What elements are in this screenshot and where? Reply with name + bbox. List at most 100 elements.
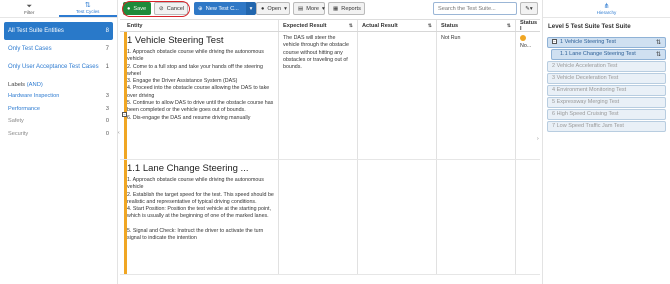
reports-icon: ▦ <box>333 5 339 12</box>
suite-item-label: Only Test Cases <box>8 46 52 52</box>
row-collapse-handle[interactable]: − <box>122 112 127 117</box>
test-grid: Entity Expected Result ⇅ Actual Result ⇅… <box>120 19 540 284</box>
status-bar <box>124 160 127 274</box>
row-title: 1.1 Lane Change Steering ... <box>127 163 249 174</box>
step-item: 4. Start Position: Position the test veh… <box>127 206 271 220</box>
suite-item-test-cases[interactable]: Only Test Cases 7 <box>4 40 113 58</box>
tree-node[interactable]: 7 Low Speed Traffic Jam Test <box>547 121 666 132</box>
suite-item-all[interactable]: All Test Suite Entities 8 <box>4 22 113 40</box>
expected-result-cell[interactable] <box>279 160 358 274</box>
labels-heading-text: Labels <box>8 82 26 88</box>
column-expected-result[interactable]: Expected Result ⇅ <box>279 20 358 31</box>
step-item: 5. Continue to allow DAS to drive until … <box>127 100 274 114</box>
tree-node-label: 6 High Speed Cruising Test <box>552 111 619 118</box>
column-actual-result[interactable]: Actual Result ⇅ <box>358 20 437 31</box>
reports-button-label: Reports <box>341 5 361 12</box>
step-item: 1. Approach obstacle course while drivin… <box>127 49 264 63</box>
row-title: 1 Vehicle Steering Test <box>127 35 224 46</box>
open-button[interactable]: ● Open ▾ <box>256 2 290 15</box>
step-item: 5. Signal and Check: Instruct the driver… <box>127 227 264 242</box>
label-safety[interactable]: Safety 0 <box>0 115 117 128</box>
highlight-annotation-ring <box>122 1 190 17</box>
tab-hierarchy-label: Hierarchy <box>596 9 617 15</box>
search-input[interactable] <box>433 2 517 15</box>
more-button-label: More <box>306 5 320 12</box>
sort-icon[interactable]: ⇅ <box>428 23 432 29</box>
left-panel: ⏷ Filter ⇅ Test Cycles All Test Suite En… <box>0 0 118 284</box>
filter-icon: ⏷ <box>26 2 33 10</box>
label-security[interactable]: Security 0 <box>0 128 117 141</box>
menu-icon: ▤ <box>298 5 304 12</box>
app-root: ⏷ Filter ⇅ Test Cycles All Test Suite En… <box>0 0 670 284</box>
new-test-case-label: New Test C... <box>205 5 239 12</box>
move-icon[interactable]: ⇅ <box>656 39 661 46</box>
expected-result-cell[interactable]: The DAS will steer the vehicle through t… <box>279 32 358 159</box>
column-label: Entity <box>127 22 143 29</box>
reports-button[interactable]: ▦ Reports <box>328 2 365 15</box>
steps-list: 1. Approach obstacle course while drivin… <box>127 49 274 122</box>
label-name: Security <box>8 130 29 137</box>
suite-item-count: 8 <box>105 28 109 34</box>
entity-cell[interactable]: 1.1 Lane Change Steering ... 1. Approach… <box>120 160 279 274</box>
tree-node[interactable]: 5 Expressway Merging Test <box>547 97 666 108</box>
label-hardware-inspection[interactable]: Hardware Inspection 3 <box>0 90 117 103</box>
sort-icon[interactable]: ⇅ <box>349 23 353 29</box>
suite-item-label: Only User Acceptance Test Cases <box>8 64 99 70</box>
status-cell[interactable] <box>437 160 516 274</box>
new-test-case-button[interactable]: ⊕ New Test C... <box>194 2 254 15</box>
right-scroll-arrow[interactable]: › <box>537 136 539 142</box>
suite-item-count: 7 <box>105 46 109 52</box>
suite-item-count: 1 <box>105 64 109 70</box>
more-button[interactable]: ▤ More ▾ <box>293 2 325 15</box>
sort-icon[interactable]: ⇅ <box>507 23 511 29</box>
label-name: Hardware Inspection <box>8 93 60 100</box>
actual-result-cell[interactable] <box>358 32 437 159</box>
column-label: Expected Result <box>283 22 327 29</box>
left-scroll-arrow[interactable]: ‹ <box>118 130 120 136</box>
label-count: 0 <box>105 118 109 125</box>
move-icon[interactable]: ⇅ <box>656 51 661 58</box>
chevron-down-icon: ▾ <box>284 5 287 12</box>
tree-node[interactable]: 2 Vehicle Acceleration Test <box>547 61 666 72</box>
tools-button[interactable]: ✎▾ <box>520 2 538 15</box>
tree-node-label: 2 Vehicle Acceleration Test <box>552 63 618 70</box>
new-dropdown-button[interactable]: ▾ <box>246 2 256 15</box>
tree-node[interactable]: 4 Environment Monitoring Test <box>547 85 666 96</box>
step-item: 3. Engage the Driver Assistance System (… <box>127 78 238 85</box>
column-label: Actual Result <box>362 22 398 29</box>
label-count: 3 <box>105 105 109 112</box>
status-text: Not Run <box>441 35 461 41</box>
actual-result-cell[interactable] <box>358 160 437 274</box>
tree-node[interactable]: 6 High Speed Cruising Test <box>547 109 666 120</box>
step-item <box>127 221 274 228</box>
collapse-icon[interactable]: − <box>552 39 557 45</box>
tree-node-label: 5 Expressway Merging Test <box>552 99 620 106</box>
expected-result-text: The DAS will steer the vehicle through t… <box>283 35 349 71</box>
label-name: Safety <box>8 118 24 125</box>
entity-cell[interactable]: 1 Vehicle Steering Test 1. Approach obst… <box>120 32 279 159</box>
column-entity[interactable]: Entity <box>120 20 279 31</box>
tab-filter[interactable]: ⏷ Filter <box>0 0 59 17</box>
status-cell[interactable]: Not Run <box>437 32 516 159</box>
tab-test-cycles[interactable]: ⇅ Test Cycles <box>58 0 117 17</box>
label-count: 0 <box>105 130 109 137</box>
tree-node[interactable]: 1.1 Lane Change Steering Test ⇅ <box>551 49 666 60</box>
step-item: 6. Dis-engage the DAS and resume driving… <box>127 114 251 121</box>
suite-item-uat[interactable]: Only User Acceptance Test Cases 1 <box>4 58 113 76</box>
suite-item-label: All Test Suite Entities <box>8 28 64 34</box>
tree-node-label: 7 Low Speed Traffic Jam Test <box>552 123 624 130</box>
column-status-i[interactable]: Status I <box>516 20 540 32</box>
label-performance[interactable]: Performance 3 <box>0 103 117 116</box>
status-i-cell[interactable] <box>516 160 540 274</box>
labels-mode-link[interactable]: (AND) <box>27 82 43 88</box>
tree-node[interactable]: −1 Vehicle Steering Test ⇅ <box>547 37 666 48</box>
hierarchy-tree: −1 Vehicle Steering Test ⇅ 1.1 Lane Chan… <box>543 37 670 132</box>
tree-node[interactable]: 3 Vehicle Deceleration Test <box>547 73 666 84</box>
labels-heading: Labels (AND) <box>0 76 117 90</box>
chevron-down-icon: ▾ <box>322 5 325 12</box>
tab-hierarchy[interactable]: ⋔ Hierarchy <box>543 0 670 18</box>
column-status[interactable]: Status ⇅ <box>437 20 516 31</box>
table-row[interactable]: − 1 Vehicle Steering Test 1. Approach ob… <box>120 32 540 160</box>
step-item: 1. Approach obstacle course while drivin… <box>127 177 264 191</box>
table-row[interactable]: 1.1 Lane Change Steering ... 1. Approach… <box>120 160 540 275</box>
